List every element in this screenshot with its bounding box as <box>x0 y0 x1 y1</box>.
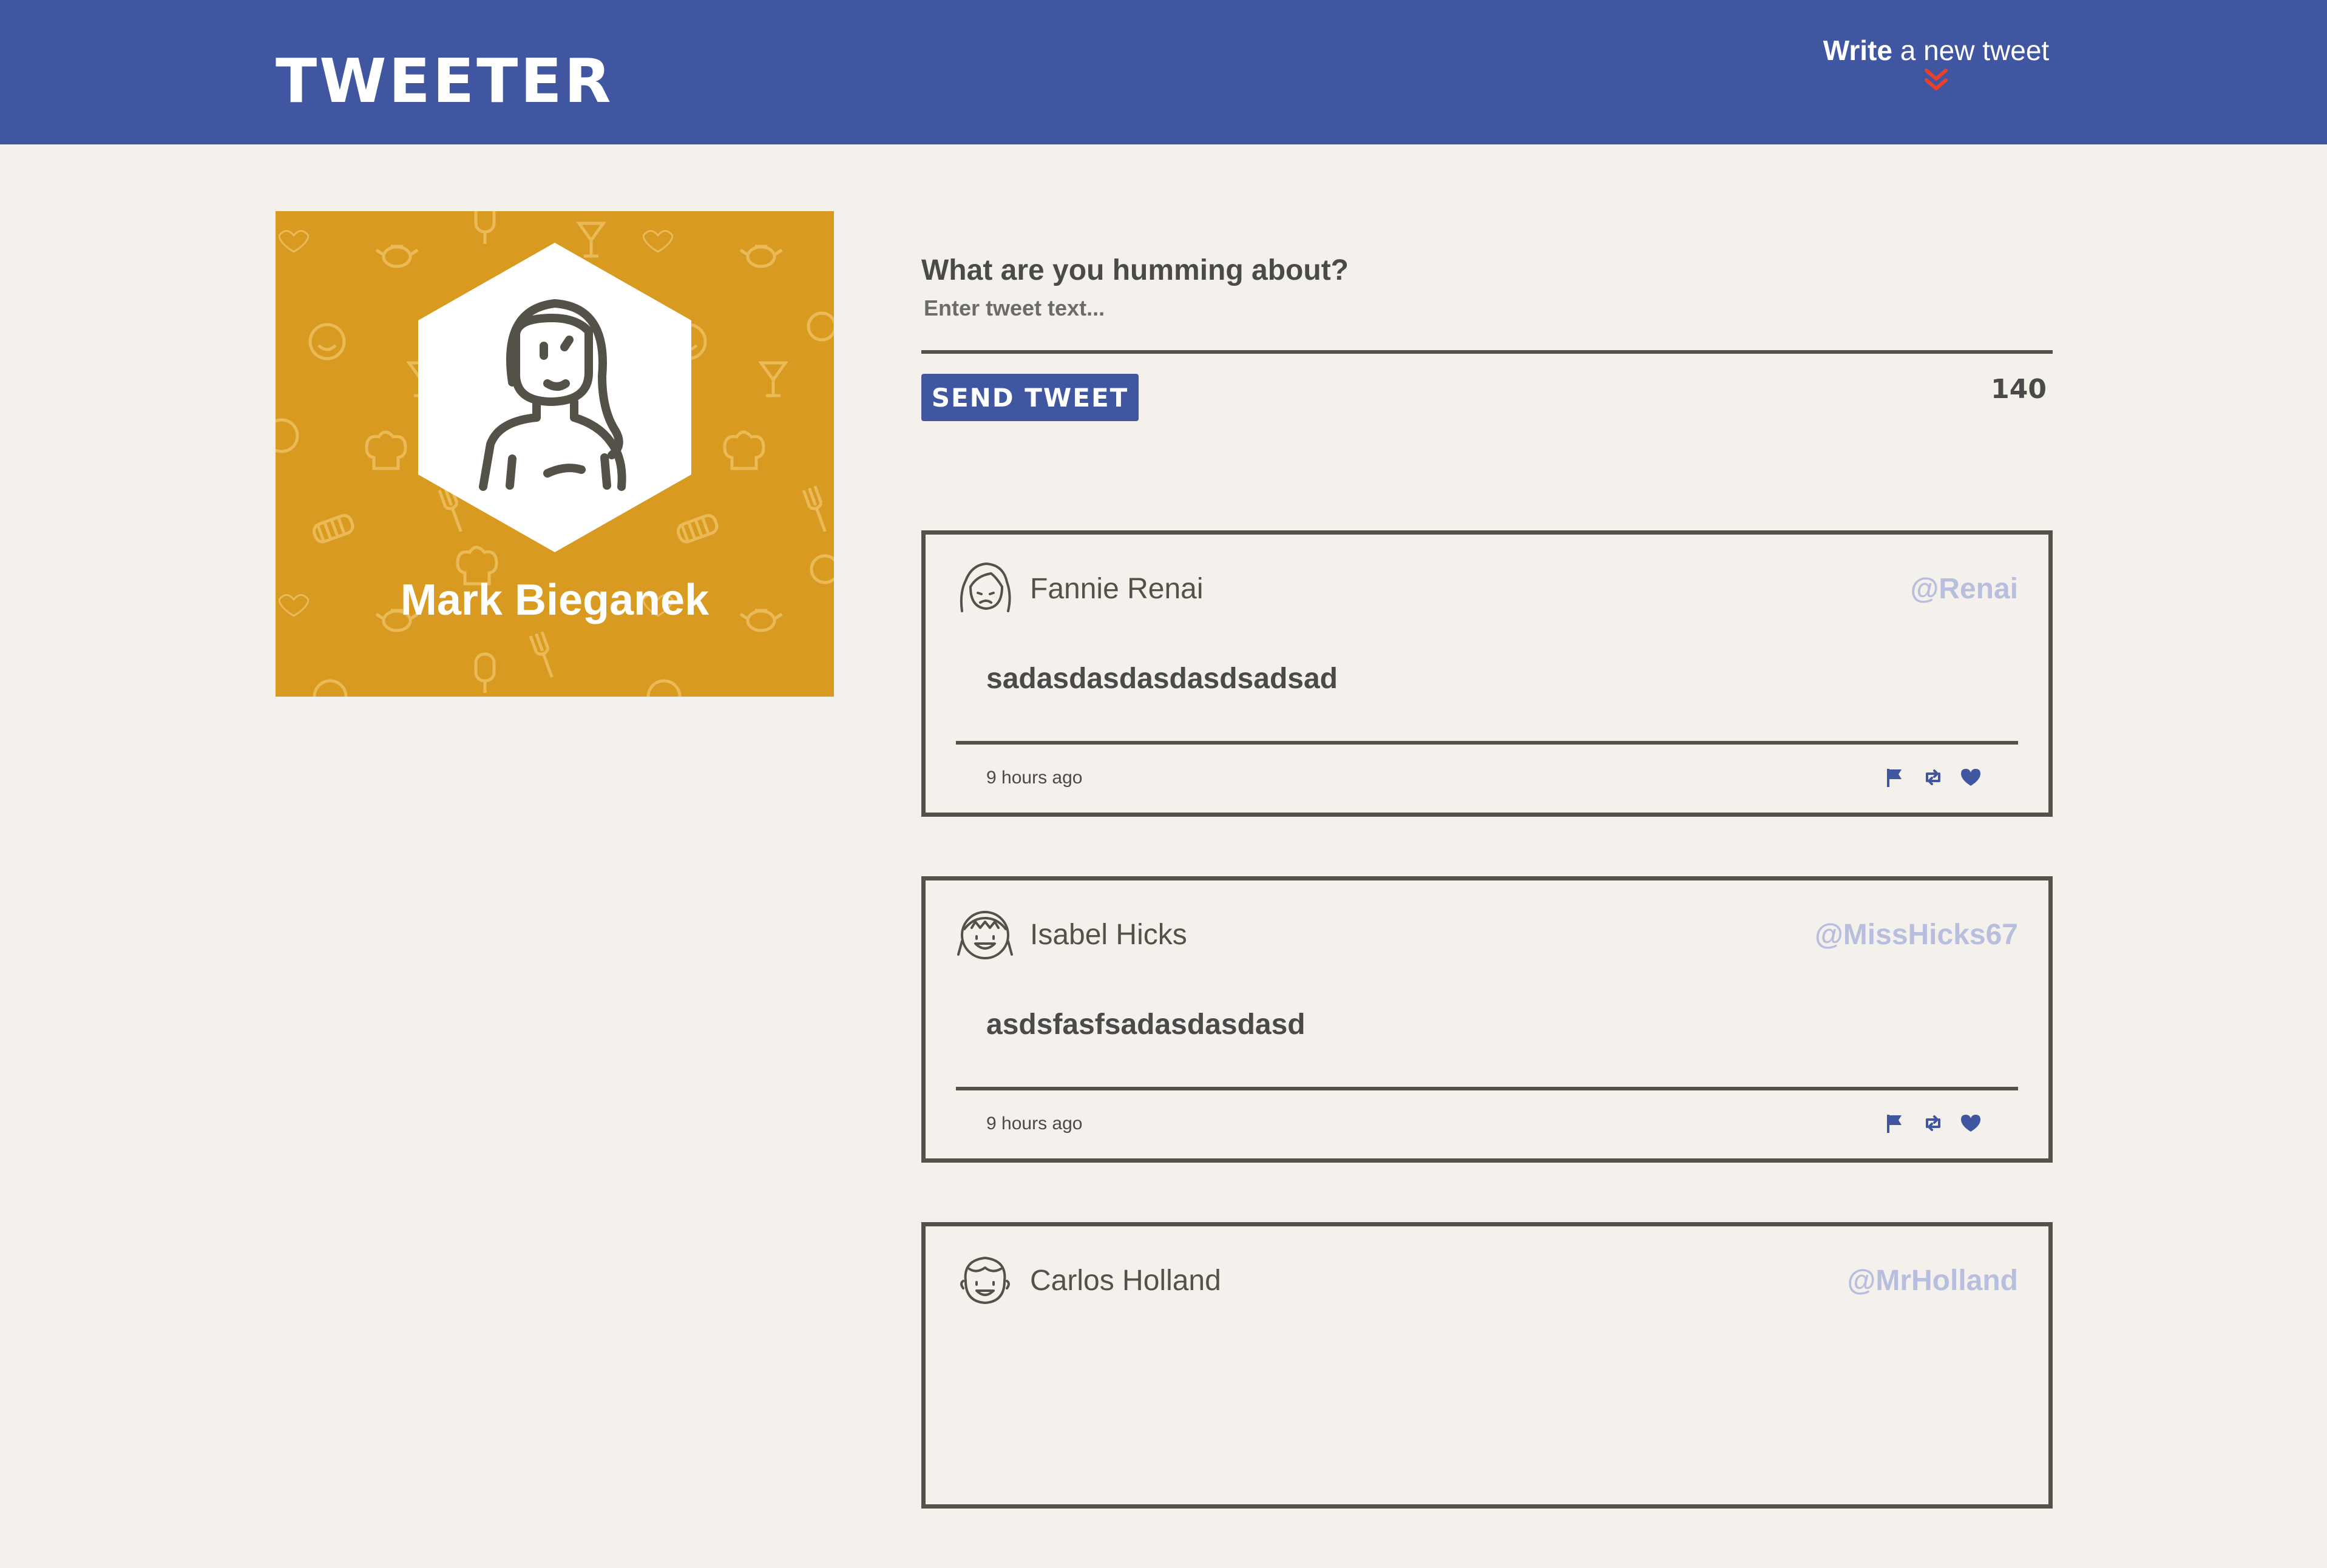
tweet-card: Carlos Holland @MrHolland <box>921 1222 2053 1509</box>
compose-toggle-text: a new tweet <box>1892 35 2050 66</box>
author-handle[interactable]: @MrHolland <box>1848 1264 2018 1297</box>
flag-icon[interactable] <box>1885 1112 1906 1134</box>
author-handle[interactable]: @Renai <box>1910 572 2018 606</box>
girl-avatar-icon <box>957 911 1013 959</box>
write-new-tweet-toggle[interactable]: Write a new tweet <box>1821 34 2051 92</box>
double-chevron-down-icon <box>1925 69 1948 90</box>
avatar-hexagon <box>418 243 691 552</box>
tweet-header: Carlos Holland @MrHolland <box>956 1251 2018 1311</box>
tweet-divider <box>956 1087 2018 1090</box>
tweet-composer: What are you humming about? SEND TWEET 1… <box>921 254 2053 421</box>
retweet-icon[interactable] <box>1922 766 1944 788</box>
tweet-list: Fannie Renai @Renai sadasdasdasdasdsadsa… <box>921 530 2053 1568</box>
heart-icon[interactable] <box>1960 766 1982 788</box>
woman-avatar-icon <box>960 563 1011 612</box>
tweet-timestamp: 9 hours ago <box>986 1113 1083 1134</box>
composer-label: What are you humming about? <box>921 254 1349 286</box>
flag-icon[interactable] <box>1885 766 1906 788</box>
tweet-timestamp: 9 hours ago <box>986 768 1083 788</box>
top-nav: TWEETER Write a new tweet <box>0 0 2327 144</box>
tweet-text-input[interactable] <box>921 296 2053 354</box>
tweet-actions <box>1885 1112 1982 1134</box>
compose-toggle-bold: Write <box>1823 35 1892 66</box>
brand-logo[interactable]: TWEETER <box>276 51 614 112</box>
author-name: Isabel Hicks <box>1030 919 1187 951</box>
author-name: Carlos Holland <box>1030 1265 1221 1297</box>
author-handle[interactable]: @MissHicks67 <box>1815 918 2018 951</box>
tweet-header: Fannie Renai @Renai <box>956 559 2018 620</box>
tweet-text: sadasdasdasdasdsadsad <box>986 663 1338 695</box>
tweet-card: Fannie Renai @Renai sadasdasdasdasdsadsa… <box>921 530 2053 817</box>
retweet-icon[interactable] <box>1922 1112 1944 1134</box>
tweet-card: Isabel Hicks @MissHicks67 asdsfasfsadasd… <box>921 876 2053 1163</box>
tweet-actions <box>1885 766 1982 788</box>
send-tweet-button[interactable]: SEND TWEET <box>921 374 1139 421</box>
heart-icon[interactable] <box>1960 1112 1982 1134</box>
author-name: Fannie Renai <box>1030 573 1204 605</box>
profile-card: Mark Bieganek <box>276 211 834 697</box>
profile-name: Mark Bieganek <box>400 576 710 624</box>
tweet-header: Isabel Hicks @MissHicks67 <box>956 905 2018 965</box>
tweet-text: asdsfasfsadasdasdasd <box>986 1009 1306 1041</box>
tweet-divider <box>956 741 2018 745</box>
character-counter: 140 <box>1991 374 2047 405</box>
man-avatar-icon <box>960 1257 1010 1304</box>
